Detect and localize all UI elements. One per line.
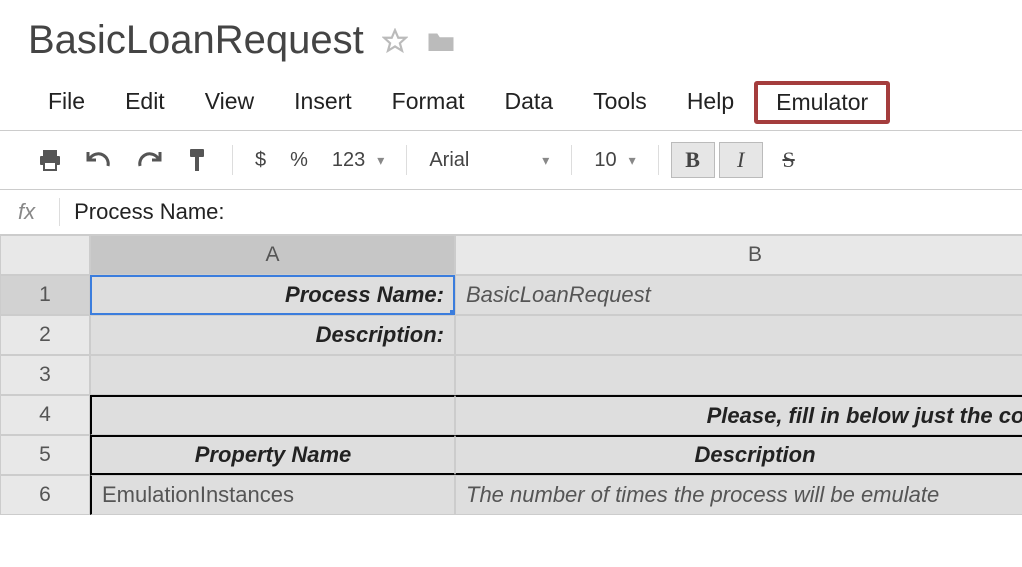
- number-format-label: 123: [332, 149, 365, 172]
- print-icon[interactable]: [28, 143, 72, 177]
- chevron-down-icon: ▾: [629, 152, 636, 169]
- row-header[interactable]: 2: [0, 315, 90, 355]
- bold-button[interactable]: B: [671, 142, 715, 178]
- cell-a6[interactable]: EmulationInstances: [90, 475, 455, 515]
- cell-b3[interactable]: [455, 355, 1022, 395]
- font-size-label: 10: [594, 149, 616, 172]
- menu-format[interactable]: Format: [372, 82, 485, 123]
- menu-view[interactable]: View: [185, 82, 274, 123]
- menu-tools[interactable]: Tools: [573, 82, 667, 123]
- formula-bar-divider: [59, 198, 60, 226]
- fx-label: fx: [18, 199, 45, 225]
- cell-b6[interactable]: The number of times the process will be …: [455, 475, 1022, 515]
- font-dropdown[interactable]: Arial ▾: [419, 143, 559, 178]
- menu-insert[interactable]: Insert: [274, 82, 372, 123]
- cell-a5[interactable]: Property Name: [90, 435, 455, 475]
- row-header[interactable]: 6: [0, 475, 90, 515]
- menu-data[interactable]: Data: [485, 82, 574, 123]
- cell-b2[interactable]: [455, 315, 1022, 355]
- toolbar-separator: [571, 145, 572, 175]
- number-format-dropdown[interactable]: 123 ▾: [322, 143, 394, 178]
- cell-a1[interactable]: Process Name:: [90, 275, 455, 315]
- percent-format-button[interactable]: %: [280, 143, 318, 178]
- menu-help[interactable]: Help: [667, 82, 754, 123]
- currency-format-button[interactable]: $: [245, 143, 276, 178]
- column-header-a[interactable]: A: [90, 235, 455, 275]
- cell-b1[interactable]: BasicLoanRequest: [455, 275, 1022, 315]
- formula-bar: fx Process Name:: [0, 190, 1022, 235]
- toolbar: $ % 123 ▾ Arial ▾ 10 ▾ B I S: [0, 130, 1022, 190]
- formula-bar-value[interactable]: Process Name:: [74, 199, 224, 225]
- cell-b5[interactable]: Description: [455, 435, 1022, 475]
- toolbar-separator: [658, 145, 659, 175]
- row-header[interactable]: 3: [0, 355, 90, 395]
- cell-a2[interactable]: Description:: [90, 315, 455, 355]
- document-title[interactable]: BasicLoanRequest: [28, 18, 364, 63]
- italic-button[interactable]: I: [719, 142, 763, 178]
- folder-icon[interactable]: [426, 28, 456, 54]
- toolbar-separator: [406, 145, 407, 175]
- paint-format-icon[interactable]: [176, 141, 220, 179]
- spreadsheet-grid: A B 1 Process Name: BasicLoanRequest 2 D…: [0, 235, 1022, 515]
- font-size-dropdown[interactable]: 10 ▾: [584, 143, 645, 178]
- font-name-label: Arial: [429, 149, 469, 172]
- select-all-corner[interactable]: [0, 235, 90, 275]
- fx-text: fx: [18, 199, 35, 224]
- toolbar-separator: [232, 145, 233, 175]
- menu-emulator[interactable]: Emulator: [754, 81, 890, 124]
- redo-icon[interactable]: [126, 144, 172, 176]
- row-header[interactable]: 4: [0, 395, 90, 435]
- menu-edit[interactable]: Edit: [105, 82, 185, 123]
- chevron-down-icon: ▾: [377, 152, 384, 169]
- chevron-down-icon: ▾: [542, 152, 549, 169]
- cell-b4[interactable]: Please, fill in below just the colu: [455, 395, 1022, 435]
- row-header[interactable]: 1: [0, 275, 90, 315]
- menu-file[interactable]: File: [28, 82, 105, 123]
- star-icon[interactable]: [382, 28, 408, 54]
- column-header-b[interactable]: B: [455, 235, 1022, 275]
- menubar: File Edit View Insert Format Data Tools …: [28, 81, 994, 124]
- cell-a3[interactable]: [90, 355, 455, 395]
- cell-a4[interactable]: [90, 395, 455, 435]
- row-header[interactable]: 5: [0, 435, 90, 475]
- undo-icon[interactable]: [76, 144, 122, 176]
- strikethrough-button[interactable]: S: [767, 142, 811, 178]
